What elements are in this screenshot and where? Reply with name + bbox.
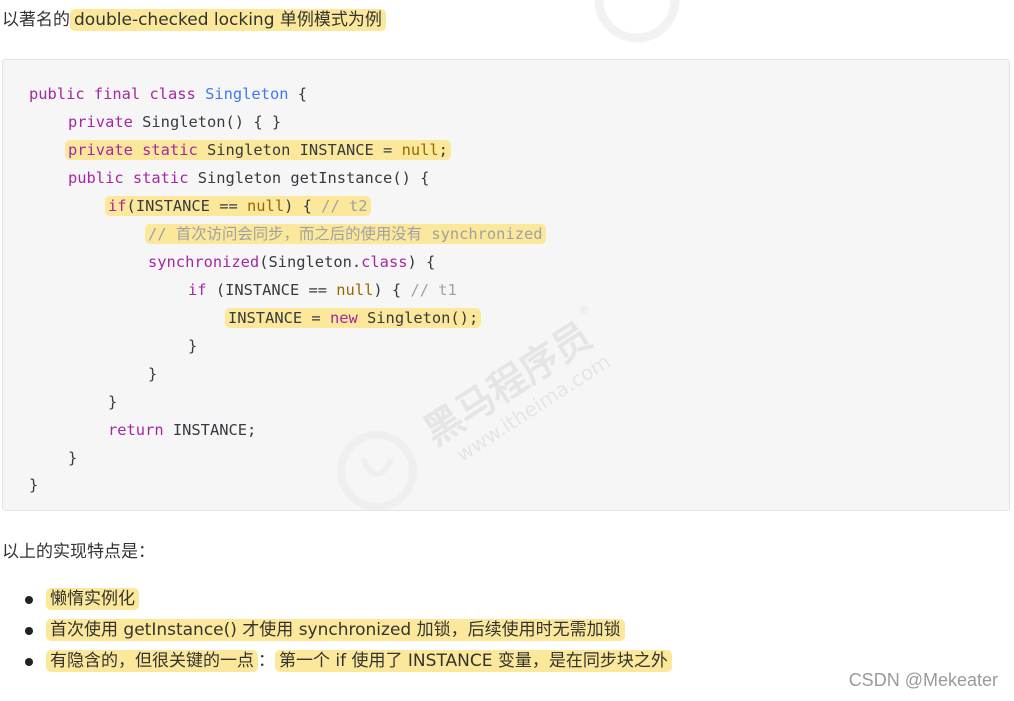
code-text: (INSTANCE == — [126, 197, 248, 215]
code-line-11: } — [148, 360, 157, 388]
list-item: 有隐含的，但很关键的一点：第一个 if 使用了 INSTANCE 变量，是在同步… — [0, 646, 672, 677]
code-highlight: private static Singleton INSTANCE = null… — [65, 140, 451, 160]
code-keyword: private static — [68, 141, 198, 159]
code-line-10: } — [188, 332, 197, 360]
code-line-6: // 首次访问会同步，而之后的使用没有 synchronized — [145, 220, 546, 248]
code-comment: // 首次访问会同步，而之后的使用没有 synchronized — [148, 225, 543, 243]
code-highlight: if(INSTANCE == null) { // t2 — [105, 196, 371, 216]
code-text: ) { — [407, 253, 436, 271]
feature-list: 懒惰实例化 首次使用 getInstance() 才使用 synchronize… — [0, 584, 672, 677]
watermark-brand: 黑马程序员 — [416, 314, 599, 454]
code-line-12: } — [108, 388, 117, 416]
code-comment: // t2 — [321, 197, 368, 215]
code-literal: null — [336, 281, 374, 299]
code-line-8: if (INSTANCE == null) { // t1 — [188, 276, 457, 304]
code-text: } — [29, 476, 39, 494]
code-literal: null — [247, 197, 285, 215]
code-text: { — [288, 85, 308, 103]
list-item: 懒惰实例化 — [0, 584, 672, 615]
code-literal: null — [401, 141, 439, 159]
watermark-logo-icon — [594, 0, 680, 43]
code-text: } — [68, 449, 78, 467]
code-text: } — [148, 365, 158, 383]
code-text: Singleton(); — [357, 309, 479, 327]
code-highlight: INSTANCE = new Singleton(); — [225, 308, 482, 328]
code-line-1: public final class Singleton { — [29, 80, 307, 108]
code-line-15: } — [29, 471, 38, 499]
code-line-14: } — [68, 444, 77, 472]
code-block: 黑马程序员 ® www.itheima.com public final cla… — [2, 59, 1010, 511]
code-keyword: if — [188, 281, 207, 299]
bullet-highlight: 第一个 if 使用了 INSTANCE 变量，是在同步块之外 — [275, 650, 672, 672]
code-keyword: new — [329, 309, 358, 327]
code-text: } — [108, 393, 118, 411]
code-comment: // t1 — [410, 281, 457, 299]
code-keyword: private — [68, 113, 133, 131]
code-keyword: return — [108, 421, 164, 439]
code-line-3: private static Singleton INSTANCE = null… — [65, 136, 451, 164]
code-text: } — [188, 337, 198, 355]
bullet-separator: ： — [258, 651, 275, 671]
code-line-13: return INSTANCE; — [108, 416, 256, 444]
code-line-7: synchronized(Singleton.class) { — [148, 248, 435, 276]
intro-paragraph: 以著名的 double-checked locking 单例模式为例 — [2, 8, 386, 32]
bullet-highlight: 首次使用 getInstance() 才使用 synchronized 加锁，后… — [46, 619, 625, 641]
code-class-name: Singleton — [205, 85, 289, 103]
bullet-highlight: 懒惰实例化 — [46, 588, 139, 610]
code-keyword: if — [108, 197, 127, 215]
code-text: (INSTANCE == — [206, 281, 337, 299]
code-text: ) { — [284, 197, 322, 215]
code-highlight: // 首次访问会同步，而之后的使用没有 synchronized — [145, 224, 546, 244]
code-text: ; — [438, 141, 448, 159]
watermark-url: www.itheima.com — [452, 349, 615, 466]
code-line-4: public static Singleton getInstance() { — [68, 164, 429, 192]
code-text: ) { — [373, 281, 411, 299]
code-line-5: if(INSTANCE == null) { // t2 — [105, 192, 371, 220]
code-text: Singleton getInstance() { — [188, 169, 430, 187]
code-text: Singleton INSTANCE = — [197, 141, 402, 159]
intro-prefix: 以著名的 — [2, 10, 70, 30]
watermark-registered-mark: ® — [576, 301, 592, 318]
code-line-9: INSTANCE = new Singleton(); — [225, 304, 482, 332]
code-keyword: synchronized — [148, 253, 260, 271]
code-text: INSTANCE; — [163, 421, 257, 439]
source-credit: CSDN @Mekeater — [848, 670, 998, 690]
code-keyword: class — [361, 253, 408, 271]
code-text: Singleton() { } — [132, 113, 282, 131]
intro-highlight: double-checked locking 单例模式为例 — [70, 9, 386, 31]
code-text: INSTANCE = — [228, 309, 330, 327]
bullet-highlight: 有隐含的，但很关键的一点 — [46, 650, 258, 672]
features-heading: 以上的实现特点是： — [2, 542, 155, 562]
list-item: 首次使用 getInstance() 才使用 synchronized 加锁，后… — [0, 615, 672, 646]
code-keyword: public static — [68, 169, 189, 187]
code-text: (Singleton. — [259, 253, 362, 271]
code-line-2: private Singleton() { } — [68, 108, 281, 136]
code-keyword: public final class — [29, 85, 196, 103]
